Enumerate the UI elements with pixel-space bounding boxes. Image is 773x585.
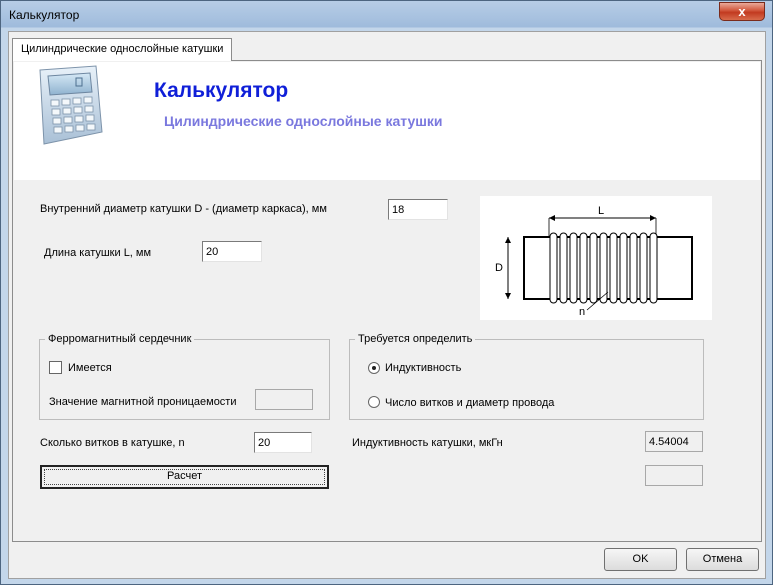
has-core-label: Имеется	[68, 362, 112, 374]
diameter-input[interactable]	[388, 199, 448, 220]
diagram-label-L: L	[598, 205, 604, 217]
close-icon: x	[738, 4, 746, 19]
header-subtitle: Цилиндрические однослойные катушки	[164, 113, 443, 129]
turns-label: Сколько витков в катушке, n	[40, 437, 185, 449]
app-window: Калькулятор x Цилиндрические однослойные…	[0, 0, 773, 585]
turns-input[interactable]	[254, 432, 312, 453]
close-button[interactable]: x	[719, 2, 765, 21]
cancel-button[interactable]: Отмена	[686, 548, 759, 571]
determine-group-title: Требуется определить	[355, 333, 476, 345]
header-title: Калькулятор	[154, 79, 289, 102]
ferromagnetic-core-group: Ферромагнитный сердечник Имеется Значени…	[39, 333, 330, 420]
tab-cylindrical-coils[interactable]: Цилиндрические однослойные катушки	[12, 38, 233, 61]
title-bar[interactable]: Калькулятор x	[1, 1, 772, 28]
coil-diagram: L D n	[480, 196, 712, 320]
permeability-input[interactable]	[255, 389, 313, 410]
calculate-button[interactable]: Расчет	[40, 465, 329, 489]
has-core-checkbox[interactable]	[49, 361, 62, 374]
diagram-label-n: n	[579, 306, 585, 318]
diameter-label: Внутренний диаметр катушки D - (диаметр …	[40, 203, 327, 215]
radio-turns-and-wire-label: Число витков и диаметр провода	[385, 397, 555, 409]
radio-inductance-label: Индуктивность	[385, 362, 462, 374]
determine-group: Требуется определить Индуктивность Число…	[349, 333, 704, 420]
secondary-result-field[interactable]	[645, 465, 703, 486]
diagram-label-D: D	[495, 262, 503, 274]
length-label: Длина катушки L, мм	[44, 247, 152, 259]
inductance-result-label: Индуктивность катушки, мкГн	[352, 437, 503, 449]
radio-inductance[interactable]	[368, 362, 380, 374]
permeability-label: Значение магнитной проницаемости	[49, 396, 237, 408]
inductance-result-field[interactable]	[645, 431, 703, 452]
ferromagnetic-core-group-title: Ферромагнитный сердечник	[45, 333, 195, 345]
ok-button[interactable]: OK	[604, 548, 677, 571]
tab-panel: Калькулятор Цилиндрические однослойные к…	[12, 60, 762, 542]
radio-turns-and-wire[interactable]	[368, 396, 380, 408]
length-input[interactable]	[202, 241, 262, 262]
window-title: Калькулятор	[9, 8, 80, 22]
calculator-icon	[39, 65, 103, 145]
dialog-client-area: Цилиндрические однослойные катушки Кальк…	[8, 31, 766, 579]
calculate-button-focus-rect	[44, 469, 325, 485]
header-banner: Калькулятор Цилиндрические однослойные к…	[14, 62, 760, 180]
